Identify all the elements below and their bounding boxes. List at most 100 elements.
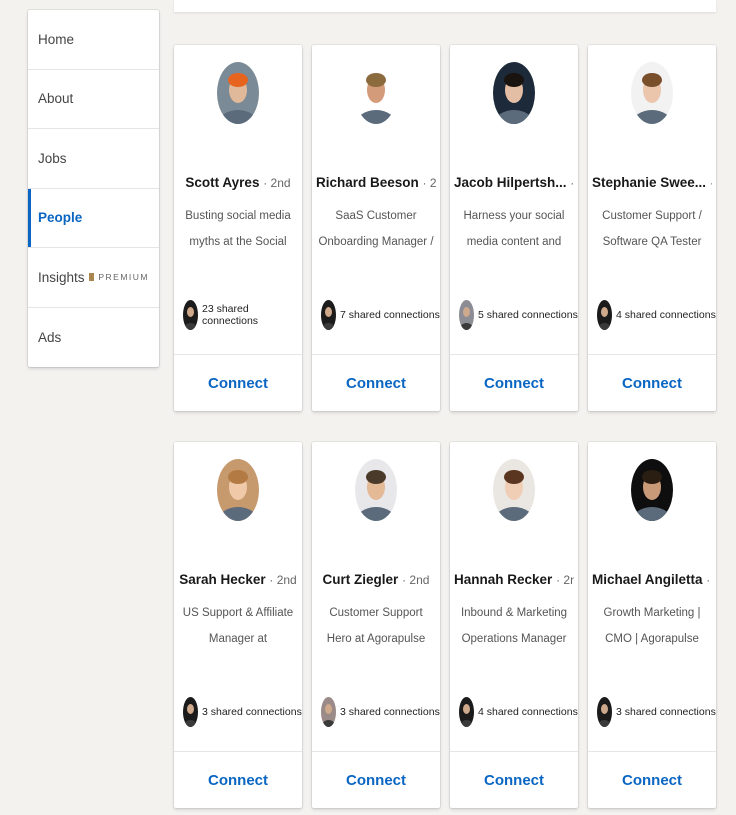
profile-photo[interactable]	[217, 62, 259, 124]
connection-degree: · 2nd	[422, 176, 436, 190]
shared-connection-avatar	[183, 697, 198, 727]
top-card-strip	[174, 0, 716, 12]
shared-connections[interactable]: 23 shared connections	[183, 300, 302, 330]
person-headline: Harness your social media content and en…	[463, 210, 565, 248]
sidebar-item-home[interactable]: Home	[28, 10, 159, 70]
profile-photo[interactable]	[493, 459, 535, 521]
connection-degree: · 2nd	[556, 573, 574, 587]
connect-button[interactable]: Connect	[174, 354, 302, 411]
shared-connection-avatar	[321, 697, 336, 727]
person-name-line: Curt Ziegler · 2nd	[316, 572, 436, 587]
shared-connections-text: 3 shared connections	[340, 706, 440, 718]
person-name[interactable]: Jacob Hilpertsh...	[454, 175, 567, 190]
person-card: Richard Beeson · 2nd SaaS Customer Onboa…	[312, 45, 440, 411]
avatar-icon	[183, 697, 198, 727]
person-name[interactable]: Scott Ayres	[185, 175, 259, 190]
shared-connection-avatar	[459, 697, 474, 727]
person-name-line: Stephanie Swee... · 2nd	[592, 175, 712, 190]
person-headline: SaaS Customer Onboarding Manager / Produ…	[318, 210, 434, 248]
connection-degree: · 2nd	[263, 176, 291, 190]
profile-photo[interactable]	[355, 459, 397, 521]
connect-button[interactable]: Connect	[588, 751, 716, 808]
profile-photo-icon	[493, 459, 535, 521]
shared-connections[interactable]: 4 shared connections	[597, 300, 716, 330]
person-card: Stephanie Swee... · 2nd Customer Support…	[588, 45, 716, 411]
connect-button[interactable]: Connect	[450, 354, 578, 411]
connection-degree: · 2nd	[710, 176, 712, 190]
person-headline: Customer Support Hero at Agorapulse	[326, 607, 426, 645]
profile-photo[interactable]	[631, 62, 673, 124]
person-headline: US Support & Affiliate Manager at Agorap…	[182, 607, 294, 645]
person-card: Curt Ziegler · 2nd Customer Support Hero…	[312, 442, 440, 808]
person-headline: Inbound & Marketing Operations Manager a…	[460, 607, 568, 645]
shared-connections[interactable]: 3 shared connections	[597, 697, 716, 727]
shared-connections-text: 7 shared connections	[340, 309, 440, 321]
connection-degree: · 2nd	[706, 573, 712, 587]
profile-photo-icon	[493, 62, 535, 124]
sidebar-item-ads[interactable]: Ads	[28, 308, 159, 368]
avatar-icon	[321, 697, 336, 727]
profile-photo-icon	[217, 459, 259, 521]
person-card: Sarah Hecker · 2nd US Support & Affiliat…	[174, 442, 302, 808]
person-name-line: Michael Angiletta · 2nd	[592, 572, 712, 587]
avatar-icon	[183, 300, 198, 330]
shared-connection-avatar	[459, 300, 474, 330]
profile-photo[interactable]	[493, 62, 535, 124]
shared-connections[interactable]: 7 shared connections	[321, 300, 440, 330]
person-card: Hannah Recker · 2nd Inbound & Marketing …	[450, 442, 578, 808]
sidebar-item-label: Ads	[38, 329, 62, 345]
person-card: Michael Angiletta · 2nd Growth Marketing…	[588, 442, 716, 808]
sidebar-item-insights[interactable]: Insights PREMIUM	[28, 248, 159, 308]
shared-connection-avatar	[597, 300, 612, 330]
shared-connections-text: 4 shared connections	[478, 706, 578, 718]
shared-connection-avatar	[183, 300, 198, 330]
sidebar-item-label: Jobs	[38, 150, 67, 166]
profile-photo-icon	[631, 62, 673, 124]
sidebar-item-about[interactable]: About	[28, 70, 159, 129]
person-name-line: Jacob Hilpertsh... · 2nd	[454, 175, 574, 190]
shared-connections[interactable]: 4 shared connections	[459, 697, 578, 727]
person-name[interactable]: Curt Ziegler	[323, 572, 399, 587]
shared-connections[interactable]: 5 shared connections	[459, 300, 578, 330]
connection-degree: · 2nd	[570, 176, 574, 190]
avatar-icon	[459, 300, 474, 330]
shared-connections-text: 23 shared connections	[202, 303, 259, 327]
connect-button[interactable]: Connect	[450, 751, 578, 808]
premium-icon	[89, 273, 95, 282]
avatar-icon	[597, 300, 612, 330]
connection-degree: · 2nd	[402, 573, 430, 587]
profile-photo-icon	[355, 459, 397, 521]
connect-button[interactable]: Connect	[312, 354, 440, 411]
sidebar-item-label: Insights	[38, 269, 85, 285]
profile-photo[interactable]	[631, 459, 673, 521]
profile-photo-icon	[217, 62, 259, 124]
person-name[interactable]: Michael Angiletta	[592, 572, 703, 587]
person-name[interactable]: Hannah Recker	[454, 572, 552, 587]
person-name[interactable]: Richard Beeson	[316, 175, 419, 190]
shared-connections-text: 4 shared connections	[616, 309, 716, 321]
sidebar-item-label: About	[38, 91, 74, 107]
sidebar-item-jobs[interactable]: Jobs	[28, 129, 159, 189]
connection-degree: · 2nd	[269, 573, 297, 587]
person-headline: Growth Marketing | CMO | Agorapulse	[603, 607, 701, 645]
person-headline: Customer Support / Software QA Tester	[602, 210, 702, 248]
profile-photo[interactable]	[217, 459, 259, 521]
profile-photo-icon	[631, 459, 673, 521]
shared-connections[interactable]: 3 shared connections	[321, 697, 440, 727]
sidebar-item-label: Home	[38, 31, 75, 47]
sidebar-item-people[interactable]: People	[28, 188, 159, 248]
premium-badge: PREMIUM	[89, 272, 149, 282]
connect-button[interactable]: Connect	[588, 354, 716, 411]
shared-connections-text: 3 shared connections	[202, 706, 302, 718]
avatar-icon	[597, 697, 612, 727]
person-card: Jacob Hilpertsh... · 2nd Harness your so…	[450, 45, 578, 411]
profile-photo[interactable]	[355, 62, 397, 124]
page-nav-sidebar: Home About Jobs People Insights PREMIUM …	[28, 10, 159, 367]
person-name[interactable]: Stephanie Swee...	[592, 175, 706, 190]
people-grid: Scott Ayres · 2nd Busting social media m…	[174, 45, 716, 808]
connect-button[interactable]: Connect	[174, 751, 302, 808]
shared-connections[interactable]: 3 shared connections	[183, 697, 302, 727]
person-name-line: Richard Beeson · 2nd	[316, 175, 436, 190]
person-name[interactable]: Sarah Hecker	[179, 572, 265, 587]
connect-button[interactable]: Connect	[312, 751, 440, 808]
